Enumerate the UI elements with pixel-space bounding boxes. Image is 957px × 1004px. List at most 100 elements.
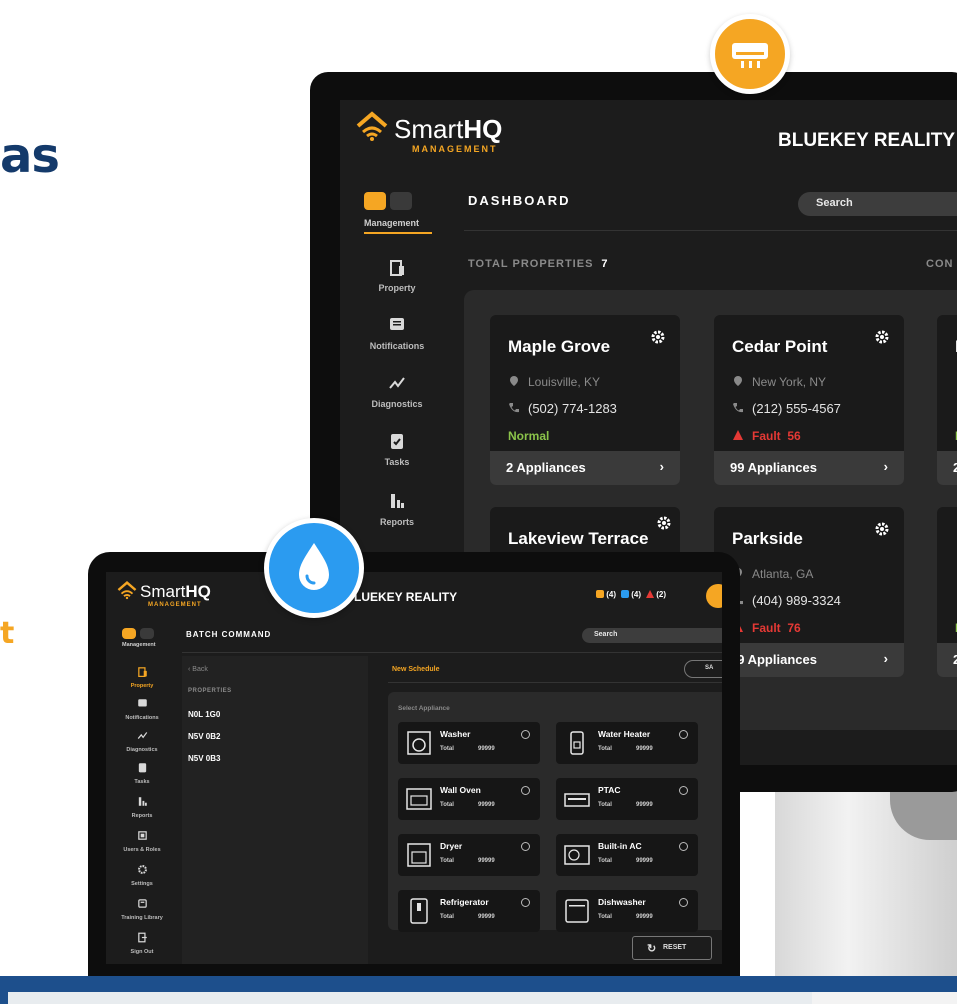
sidebar-item-notifications[interactable]: Notifications — [352, 316, 442, 351]
sidebar-item-label: Settings — [131, 881, 153, 887]
sidebar-toggle[interactable]: Management — [122, 628, 156, 648]
search-input[interactable]: Search — [798, 192, 957, 216]
library-icon — [137, 899, 147, 908]
brand-subtitle: MANAGEMENT — [148, 602, 202, 608]
gear-icon[interactable] — [874, 329, 890, 345]
appliances-link[interactable]: 2 — [937, 643, 957, 677]
appliance-card-water-heater[interactable]: Water Heater Total 99999 — [556, 722, 698, 764]
brand-name-bold: HQ — [185, 582, 211, 601]
phone-icon — [509, 403, 519, 413]
select-radio[interactable] — [521, 898, 530, 907]
property-name: Maple Grove — [508, 337, 611, 356]
select-radio[interactable] — [679, 842, 688, 851]
notifications-stat[interactable]: (4) — [621, 590, 641, 599]
sidebar-item-diagnostics[interactable]: Diagnostics — [352, 374, 442, 409]
location-pin-icon — [734, 376, 742, 386]
sidebar-item-diagnostics[interactable]: Diagnostics — [112, 728, 172, 753]
property-list-item[interactable]: N5V 0B2 — [188, 732, 220, 741]
warning-icon — [646, 590, 655, 598]
select-radio[interactable] — [521, 842, 530, 851]
new-schedule-link[interactable]: New Schedule — [392, 666, 439, 673]
property-list-item[interactable]: N5V 0B3 — [188, 754, 220, 763]
brand-name-bold: HQ — [463, 114, 503, 144]
sidebar-item-label: Notifications — [125, 715, 159, 721]
diagnostics-icon — [389, 377, 405, 389]
marketing-headline-fragment: as — [0, 128, 60, 184]
property-card[interactable]: B N 2 — [937, 315, 957, 485]
users-icon — [137, 831, 147, 840]
appliances-link[interactable]: 99 Appliances › — [714, 451, 904, 485]
chevron-right-icon: › — [659, 459, 664, 474]
company-name: BLUEKEY REALITY — [778, 130, 956, 151]
back-button[interactable]: ‹ Back — [188, 666, 208, 673]
appliances-link[interactable]: 99 Appliances › — [714, 643, 904, 677]
sidebar-item-training-library[interactable]: Training Library — [112, 896, 172, 921]
property-location: Louisville, KY — [528, 375, 601, 389]
property-name: Cedar Point — [732, 337, 828, 356]
sidebar-item-tasks[interactable]: Tasks — [112, 760, 172, 785]
status-badge: Fault 76 — [732, 621, 801, 635]
sidebar-item-property[interactable]: Property — [112, 664, 172, 689]
sidebar-item-label: Users & Roles — [123, 847, 161, 853]
total-properties-label: TOTAL PROPERTIES — [468, 258, 594, 270]
appliance-card-dishwasher[interactable]: Dishwasher Total 99999 — [556, 890, 698, 932]
phone-icon — [733, 403, 743, 413]
company-name: LUEKEY REALITY — [354, 590, 458, 604]
appliances-link[interactable]: 2 — [937, 451, 957, 485]
sidebar-item-sign-out[interactable]: Sign Out — [112, 930, 172, 955]
management-toggle-on[interactable] — [122, 628, 136, 639]
select-radio[interactable] — [679, 898, 688, 907]
tasks-stat[interactable]: (4) — [596, 590, 616, 599]
reset-button[interactable]: ↻ RESET — [632, 936, 712, 960]
search-input[interactable]: Search — [582, 628, 722, 643]
appliance-card-dryer[interactable]: Dryer Total 99999 — [398, 834, 540, 876]
save-button[interactable]: SA — [684, 660, 722, 678]
air-conditioner-icon — [732, 43, 768, 68]
house-wifi-icon — [356, 111, 388, 141]
select-radio[interactable] — [521, 730, 530, 739]
status-badge: Fault 56 — [732, 429, 801, 443]
clipboard-icon — [596, 590, 604, 598]
sidebar-item-label: Property — [378, 283, 416, 293]
property-card[interactable]: N 2 — [937, 507, 957, 677]
gear-icon[interactable] — [650, 329, 666, 345]
sidebar-item-label: Training Library — [121, 915, 163, 921]
appliance-card-built-in-ac[interactable]: Built-in AC Total 99999 — [556, 834, 698, 876]
property-phone: (502) 774-1283 — [528, 401, 617, 416]
sidebar-item-property[interactable]: Property — [352, 258, 442, 293]
appliance-card-ptac[interactable]: PTAC Total 99999 — [556, 778, 698, 820]
appliance-card-washer[interactable]: Washer Total 99999 — [398, 722, 540, 764]
management-toggle-off[interactable] — [140, 628, 154, 639]
appliance-card-refrigerator[interactable]: Refrigerator Total 99999 — [398, 890, 540, 932]
appliance-card-wall-oven[interactable]: Wall Oven Total 99999 — [398, 778, 540, 820]
sidebar-item-reports[interactable]: Reports — [112, 794, 172, 819]
clipboard-icon — [138, 763, 146, 773]
property-card[interactable]: Parkside Atlanta, GA (404) 989-3324 Faul… — [714, 507, 904, 677]
sidebar-item-reports[interactable]: Reports — [352, 492, 442, 527]
dryer-icon — [407, 843, 431, 867]
diagnostics-icon — [137, 732, 147, 739]
sidebar-item-label: Reports — [131, 813, 153, 819]
property-card[interactable]: Maple Grove Louisville, KY (502) 774-128… — [490, 315, 680, 485]
sidebar-item-settings[interactable]: Settings — [112, 862, 172, 887]
sidebar-item-tasks[interactable]: Tasks — [352, 432, 442, 467]
sidebar-item-users-roles[interactable]: Users & Roles — [112, 828, 172, 853]
select-radio[interactable] — [679, 730, 688, 739]
select-radio[interactable] — [521, 786, 530, 795]
reset-icon: ↻ — [647, 943, 657, 955]
washer-icon — [407, 731, 431, 755]
property-card[interactable]: Cedar Point New York, NY (212) 555-4567 … — [714, 315, 904, 485]
gear-icon[interactable] — [656, 515, 672, 531]
select-radio[interactable] — [679, 786, 688, 795]
management-toggle-off[interactable] — [390, 192, 412, 210]
gear-icon[interactable] — [874, 521, 890, 537]
faults-stat[interactable]: (2) — [646, 590, 666, 599]
bar-chart-icon — [138, 797, 147, 806]
management-toggle-on[interactable] — [364, 192, 386, 210]
appliances-link[interactable]: 2 Appliances › — [490, 451, 680, 485]
property-list-item[interactable]: N0L 1G0 — [188, 710, 220, 719]
sidebar-item-notifications[interactable]: Notifications — [112, 696, 172, 721]
sidebar-toggle-label: Management — [122, 642, 156, 648]
avatar[interactable] — [706, 584, 722, 608]
sidebar-toggle[interactable]: Management — [364, 192, 474, 234]
